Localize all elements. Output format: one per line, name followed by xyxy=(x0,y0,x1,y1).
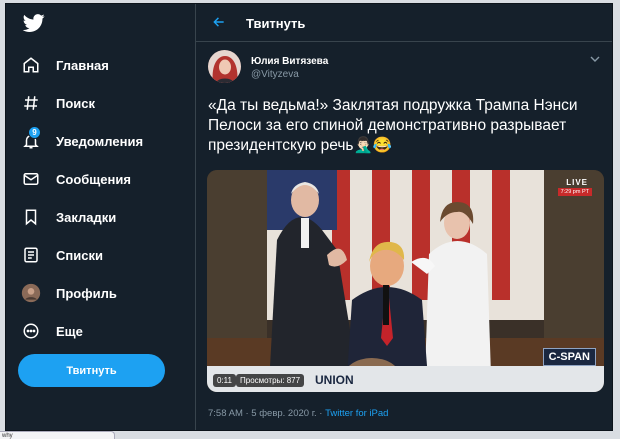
sidebar-item-more[interactable]: Еще xyxy=(20,316,83,346)
sidebar-item-profile[interactable]: Профиль xyxy=(20,278,117,308)
sidebar-item-search[interactable]: Поиск xyxy=(20,88,95,118)
sidebar-item-label: Закладки xyxy=(56,209,117,225)
live-time: 7:29 pm PT xyxy=(557,188,592,196)
avatar-icon xyxy=(20,282,42,304)
author-handle[interactable]: @Vityzeva xyxy=(251,69,299,80)
back-arrow-icon[interactable] xyxy=(212,15,226,29)
page-title: Твитнуть xyxy=(246,16,306,31)
banner-text: UNION xyxy=(315,373,354,387)
sidebar-item-label: Списки xyxy=(56,247,103,263)
tweet-meta: 7:58 AM · 5 февр. 2020 г. · Twitter for … xyxy=(208,408,388,419)
tweet-source-link[interactable]: Twitter for iPad xyxy=(325,408,388,419)
sidebar-item-label: Еще xyxy=(56,323,83,339)
sidebar-item-label: Сообщения xyxy=(56,171,131,187)
twitter-window: Главная Поиск 9 Уведомления Сообщения За… xyxy=(5,3,613,431)
sidebar-item-bookmarks[interactable]: Закладки xyxy=(20,202,116,232)
sidebar: Главная Поиск 9 Уведомления Сообщения За… xyxy=(6,4,194,430)
sidebar-item-messages[interactable]: Сообщения xyxy=(20,164,131,194)
tweet-timestamp[interactable]: 7:58 AM · 5 февр. 2020 г. · xyxy=(208,408,325,419)
tweet-button[interactable]: Твитнуть xyxy=(18,354,165,387)
sidebar-item-label: Профиль xyxy=(56,285,117,301)
sidebar-item-lists[interactable]: Списки xyxy=(20,240,103,270)
bookmark-icon xyxy=(20,206,42,228)
notification-badge: 9 xyxy=(28,126,41,139)
network-logo: C-SPAN xyxy=(542,348,596,366)
envelope-icon xyxy=(20,168,42,190)
bell-icon: 9 xyxy=(20,126,42,152)
tweet-video[interactable]: LIVE 7:29 pm PT C-SPAN UNION 0:11 Просмо… xyxy=(207,170,604,392)
footer-stub: why xyxy=(0,431,115,439)
video-views: Просмотры: 877 xyxy=(236,374,305,387)
tweet-detail-column: Твитнуть Юлия Витязева @Vityzeva «Да ты … xyxy=(196,4,612,430)
column-header: Твитнуть xyxy=(196,4,612,42)
tweet-text: «Да ты ведьма!» Заклятая подружка Трампа… xyxy=(208,97,578,154)
sidebar-item-label: Уведомления xyxy=(56,133,144,149)
sidebar-item-home[interactable]: Главная xyxy=(20,50,109,80)
twitter-bird-icon[interactable] xyxy=(22,12,46,34)
sidebar-item-label: Поиск xyxy=(56,95,96,111)
home-icon xyxy=(20,54,42,76)
video-duration: 0:11 xyxy=(213,374,236,387)
more-icon xyxy=(20,320,42,342)
sidebar-item-notifications[interactable]: 9 Уведомления xyxy=(20,126,143,156)
author-avatar[interactable] xyxy=(208,50,241,83)
list-icon xyxy=(20,244,42,266)
sidebar-item-label: Главная xyxy=(56,57,109,73)
hashtag-icon xyxy=(20,92,42,114)
author-name[interactable]: Юлия Витязева xyxy=(251,56,328,67)
live-label: LIVE xyxy=(566,178,588,187)
chevron-down-icon[interactable] xyxy=(590,54,600,64)
